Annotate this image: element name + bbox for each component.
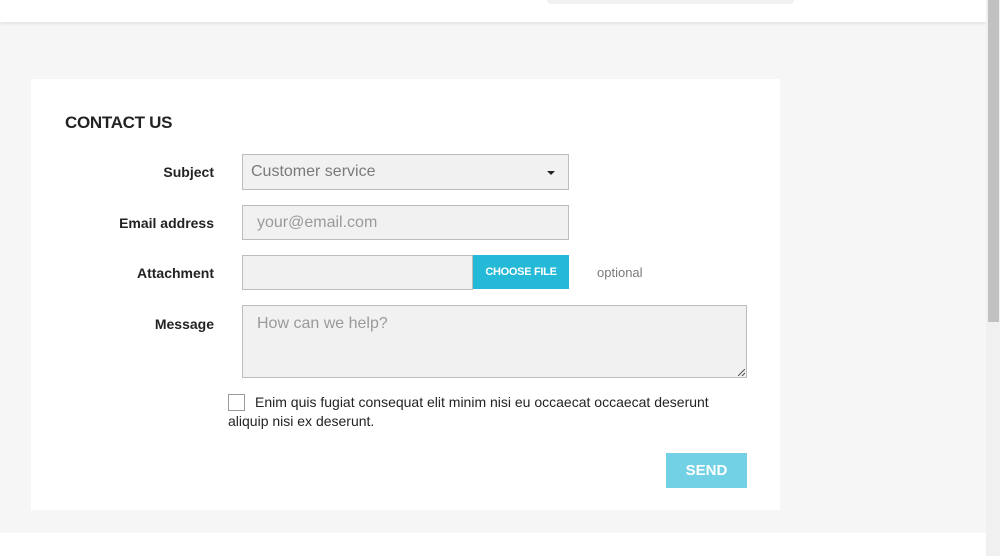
attachment-label: Attachment [136, 265, 214, 281]
subject-value: Customer service [251, 163, 376, 180]
email-label: Email address [119, 215, 214, 231]
consent-text: Enim quis fugiat consequat elit minim ni… [228, 394, 709, 429]
email-placeholder: your@email.com [257, 214, 378, 231]
scrollbar[interactable] [986, 0, 1000, 556]
header-bar [0, 0, 986, 22]
consent-checkbox[interactable] [228, 394, 245, 411]
scrollbar-thumb[interactable] [988, 0, 999, 322]
subject-select[interactable]: Customer service [242, 154, 569, 190]
resize-handle-icon[interactable] [738, 369, 745, 376]
chevron-down-icon [547, 171, 555, 175]
choose-file-button[interactable]: CHOOSE FILE [473, 255, 569, 289]
contact-form: CONTACT US Subject Customer service Emai… [31, 79, 780, 510]
message-label: Message [154, 316, 214, 332]
optional-hint: optional [597, 265, 643, 280]
subject-label: Subject [163, 164, 214, 180]
footer-area [0, 533, 986, 556]
message-placeholder: How can we help? [257, 315, 388, 332]
message-textarea[interactable]: How can we help? [242, 305, 747, 378]
header-search-box[interactable] [547, 0, 794, 4]
page-title: CONTACT US [65, 113, 173, 132]
email-field[interactable]: your@email.com [242, 205, 569, 240]
send-button[interactable]: SEND [666, 453, 747, 488]
attachment-field[interactable] [242, 255, 473, 290]
